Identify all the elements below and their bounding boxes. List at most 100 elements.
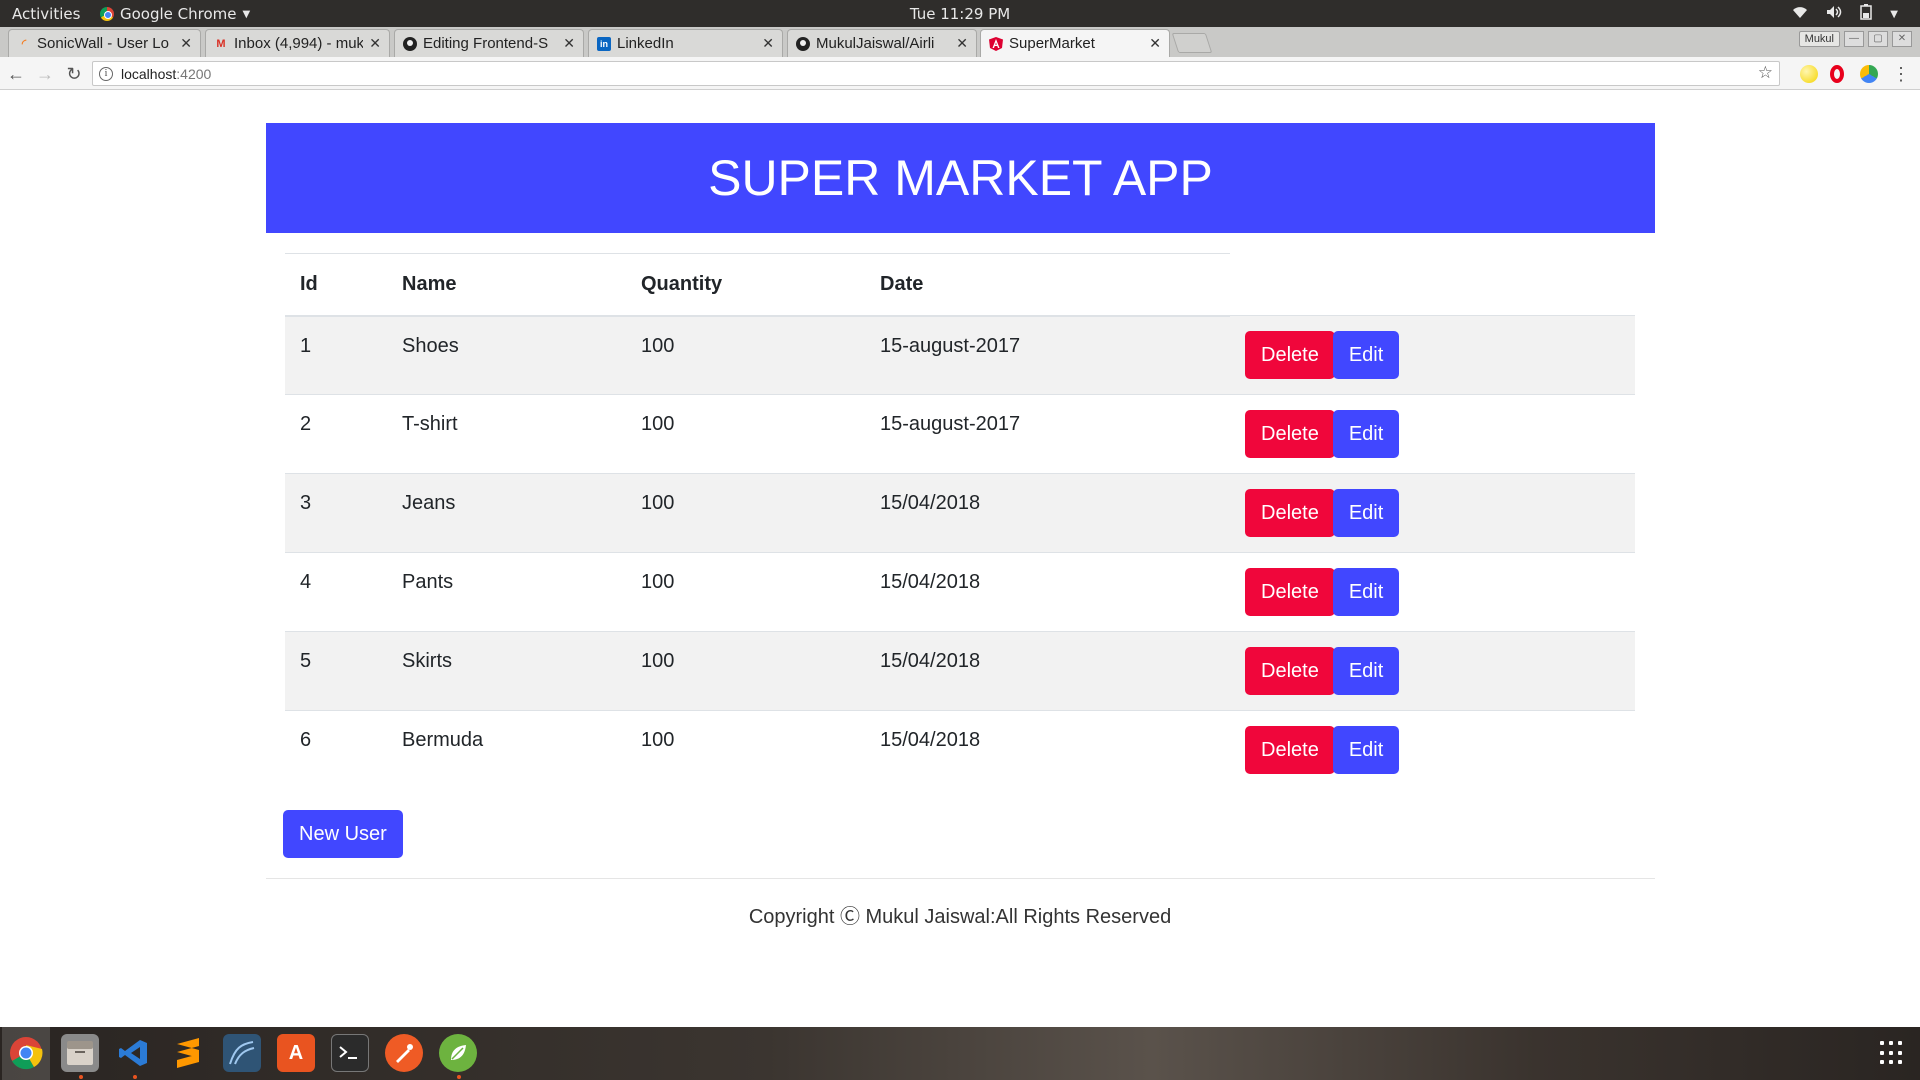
files-icon[interactable] [61,1034,99,1072]
postman-icon[interactable] [385,1034,423,1072]
browser-toolbar: ← → ↻ i localhost:4200 ☆ ⋮ [0,57,1920,90]
tab-title: Inbox (4,994) - muk [234,35,364,52]
tab-github-airline[interactable]: MukulJaiswal/Airli ✕ [787,29,977,57]
spring-icon[interactable] [439,1034,477,1072]
opera-extension-icon[interactable] [1830,65,1844,83]
info-icon[interactable]: i [99,66,113,81]
delete-button[interactable]: Delete [1245,410,1335,458]
app-menu[interactable]: Google Chrome ▼ [100,5,250,23]
table-row: 3 Jeans 100 15/04/2018 Delete Edit [285,473,1635,553]
cell-quantity: 100 [626,394,865,474]
tab-supermarket[interactable]: SuperMarket ✕ [980,29,1170,57]
cell-date: 15/04/2018 [865,631,1230,711]
page-content: SUPER MARKET APP Id Name Quantity Date 1… [0,90,1920,1027]
sublime-icon[interactable] [169,1034,207,1072]
tab-title: Editing Frontend-S [423,35,549,52]
column-header-date: Date [865,253,1230,317]
cell-actions: Delete Edit [1230,710,1635,790]
chrome-icon[interactable] [7,1034,45,1072]
edit-button[interactable]: Edit [1332,489,1400,537]
cell-date: 15-august-2017 [865,394,1230,474]
maximize-icon[interactable]: ▢ [1868,31,1888,47]
url-host: localhost [121,65,177,82]
column-header-actions [1230,254,1635,316]
delete-button[interactable]: Delete [1245,647,1335,695]
profile-button[interactable]: Mukul [1798,31,1840,47]
cell-actions: Delete Edit [1230,394,1635,474]
footer-divider [266,878,1655,879]
delete-button[interactable]: Delete [1245,489,1335,537]
clock[interactable]: Tue 11:29 PM [910,5,1010,23]
angular-icon [989,36,1003,51]
back-icon[interactable]: ← [5,63,27,85]
address-bar[interactable]: i localhost:4200 ☆ [92,61,1780,86]
cell-id: 2 [285,394,387,474]
delete-button[interactable]: Delete [1245,726,1335,774]
footer-copyright: Copyright Ⓒ Mukul Jaiswal:All Rights Res… [748,906,1172,928]
cell-name: Jeans [387,473,626,553]
reload-icon[interactable]: ↻ [63,63,85,85]
table-row: 4 Pants 100 15/04/2018 Delete Edit [285,552,1635,632]
table-row: 2 T-shirt 100 15-august-2017 Delete Edit [285,394,1635,474]
mysql-workbench-icon[interactable] [223,1034,261,1072]
table-header-row: Id Name Quantity Date [285,253,1635,317]
github-icon [403,36,417,51]
table-row: 5 Skirts 100 15/04/2018 Delete Edit [285,631,1635,711]
app-menu-label: Google Chrome [120,5,237,23]
new-user-button[interactable]: New User [283,810,403,858]
vscode-icon[interactable] [115,1034,153,1072]
app-header: SUPER MARKET APP [266,123,1655,233]
edit-button[interactable]: Edit [1332,568,1400,616]
cell-name: Pants [387,552,626,632]
tab-title: MukulJaiswal/Airli [816,35,935,52]
cell-id: 6 [285,710,387,790]
wifi-icon[interactable] [1792,5,1808,23]
google-extension-icon[interactable] [1860,65,1878,83]
tab-sonicwall[interactable]: ◜ SonicWall - User Lo ✕ [8,29,201,57]
terminal-icon[interactable] [331,1034,369,1072]
close-icon[interactable]: ✕ [180,35,192,52]
tab-title: LinkedIn [617,35,674,52]
close-window-icon[interactable]: ✕ [1892,31,1912,47]
show-applications-icon[interactable] [1880,1041,1904,1065]
tab-gmail[interactable]: M Inbox (4,994) - muk ✕ [205,29,390,57]
delete-button[interactable]: Delete [1245,568,1335,616]
volume-icon[interactable] [1826,5,1842,23]
new-tab-button[interactable] [1171,33,1213,53]
system-menu-chevron-icon[interactable]: ▼ [1890,9,1898,20]
close-icon[interactable]: ✕ [762,35,774,52]
column-header-quantity: Quantity [626,253,865,317]
activities-button[interactable]: Activities [12,5,80,23]
github-icon [796,36,810,51]
column-header-id: Id [285,253,387,317]
cell-actions: Delete Edit [1230,552,1635,632]
close-icon[interactable]: ✕ [956,35,968,52]
cell-date: 15/04/2018 [865,710,1230,790]
night-mode-extension-icon[interactable] [1800,65,1818,83]
delete-button[interactable]: Delete [1245,331,1335,379]
chrome-menu-icon[interactable]: ⋮ [1890,63,1912,85]
gmail-icon: M [216,37,226,50]
cell-id: 1 [285,315,387,395]
edit-button[interactable]: Edit [1332,410,1400,458]
battery-icon[interactable] [1860,4,1873,24]
cell-id: 3 [285,473,387,553]
table-row: 6 Bermuda 100 15/04/2018 Delete Edit [285,710,1635,790]
edit-button[interactable]: Edit [1332,331,1400,379]
software-center-icon[interactable]: A [277,1034,315,1072]
cell-quantity: 100 [626,473,865,553]
edit-button[interactable]: Edit [1332,647,1400,695]
tab-linkedin[interactable]: in LinkedIn ✕ [588,29,783,57]
tab-github-editing[interactable]: Editing Frontend-S ✕ [394,29,584,57]
minimize-icon[interactable]: — [1844,31,1864,47]
edit-button[interactable]: Edit [1332,726,1400,774]
cell-quantity: 100 [626,631,865,711]
close-icon[interactable]: ✕ [369,35,381,52]
system-tray[interactable]: ▼ [1792,4,1898,24]
bookmark-star-icon[interactable]: ☆ [1758,63,1773,83]
forward-icon[interactable]: → [34,63,56,85]
column-header-name: Name [387,253,626,317]
cell-name: T-shirt [387,394,626,474]
close-icon[interactable]: ✕ [1149,35,1161,52]
close-icon[interactable]: ✕ [563,35,575,52]
